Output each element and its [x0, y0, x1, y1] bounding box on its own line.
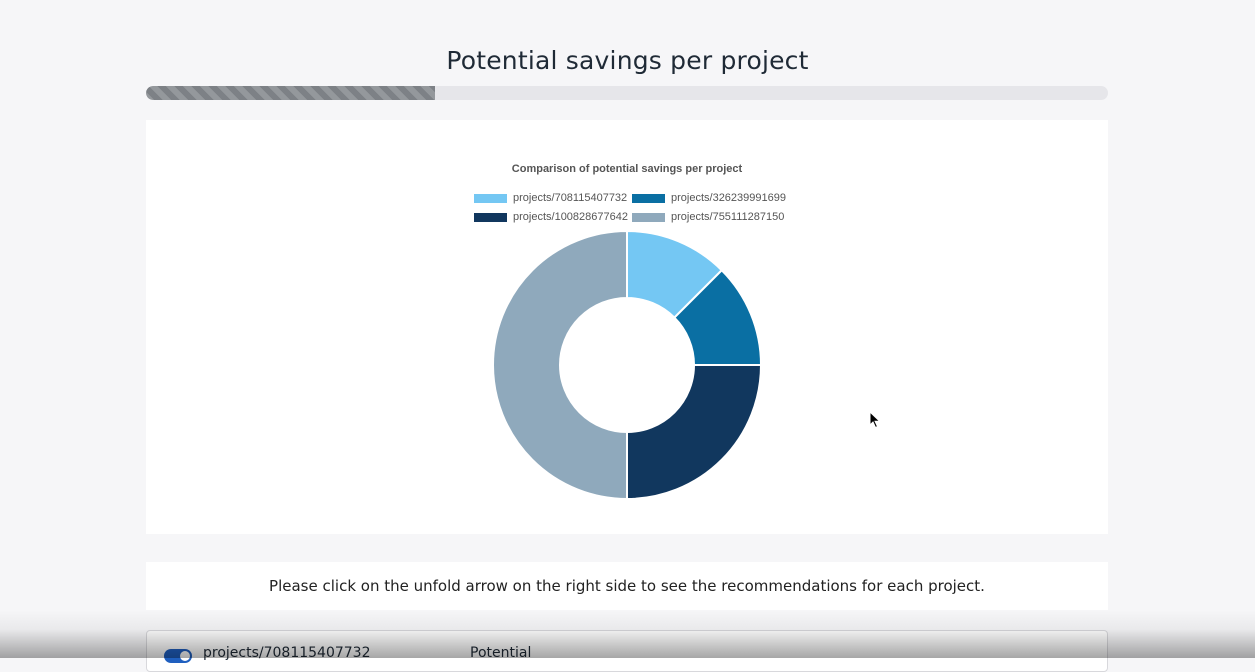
doughnut-chart	[492, 229, 763, 501]
project-name: projects/708115407732	[203, 645, 371, 661]
doughnut-slice[interactable]	[626, 364, 763, 501]
project-potential-label: Potential	[470, 645, 532, 661]
mouse-cursor-icon	[869, 411, 881, 429]
info-card: Please click on the unfold arrow on the …	[146, 562, 1108, 610]
progress-bar-fill	[146, 86, 435, 100]
info-text: Please click on the unfold arrow on the …	[269, 577, 985, 595]
project-toggle[interactable]	[164, 649, 192, 663]
toggle-knob	[180, 651, 190, 661]
chart-card: Comparison of potential savings per proj…	[146, 120, 1108, 534]
page-title: Potential savings per project	[446, 46, 809, 75]
progress-bar	[146, 86, 1108, 100]
project-row[interactable]: projects/708115407732 Potential	[146, 630, 1108, 672]
doughnut-slice[interactable]	[492, 229, 628, 501]
